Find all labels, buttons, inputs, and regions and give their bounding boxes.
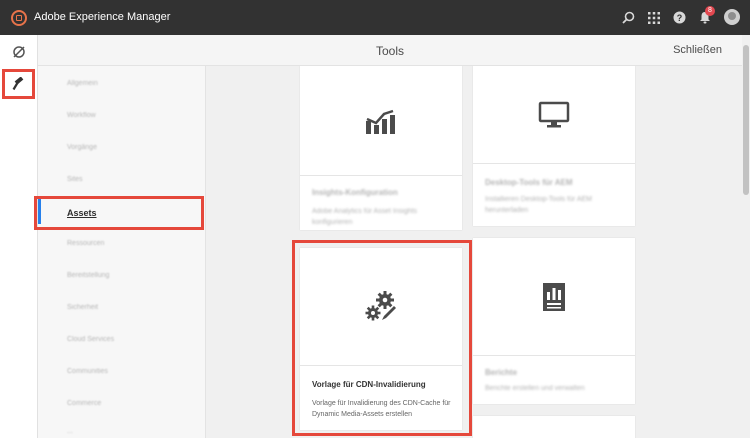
nav-assets-highlight <box>34 196 204 230</box>
user-avatar[interactable] <box>724 9 740 25</box>
close-button[interactable]: Schließen <box>673 44 722 56</box>
nav-item-cloud-services[interactable]: Cloud Services <box>67 336 114 343</box>
card-title: Berichte <box>485 368 518 377</box>
navigation-toggle-icon[interactable] <box>6 39 32 65</box>
page-title: Tools <box>375 44 404 58</box>
scrollbar-thumb[interactable] <box>743 45 749 195</box>
card-description: Adobe Analytics für Asset Insights konfi… <box>312 208 418 226</box>
card-title: Desktop-Tools für AEM <box>485 178 573 187</box>
cdn-card-highlight <box>292 240 472 436</box>
card-description: Installieren Desktop-Tools für AEM herun… <box>485 196 592 214</box>
nav-item-general[interactable]: Allgemein <box>67 80 98 87</box>
tool-card-reports[interactable]: Berichte Berichte erstellen und verwalte… <box>473 238 635 404</box>
search-icon[interactable] <box>621 10 636 25</box>
card-title: Insights-Konfiguration <box>312 188 398 197</box>
rail-tools-highlight <box>2 69 35 99</box>
card-thumbnail <box>300 66 462 176</box>
scrollbar[interactable] <box>742 35 750 438</box>
monitor-icon <box>538 101 570 127</box>
tools-nav: Allgemein Workflow Vorgänge Sites Assets… <box>38 66 206 438</box>
card-thumbnail <box>473 66 635 164</box>
help-icon[interactable]: ? <box>672 10 687 25</box>
tool-card-insights[interactable]: Insights-Konfiguration Adobe Analytics f… <box>300 66 462 230</box>
nav-item-workflow[interactable]: Workflow <box>67 112 96 119</box>
tool-card-partial[interactable] <box>473 416 635 438</box>
nav-item-resources[interactable]: Ressourcen <box>67 240 104 247</box>
card-description: Berichte erstellen und verwalten <box>485 385 585 392</box>
card-thumbnail <box>473 238 635 356</box>
nav-item-operations[interactable]: Vorgänge <box>67 144 97 151</box>
report-icon <box>543 282 565 311</box>
chart-icon <box>366 109 395 134</box>
nav-item-security[interactable]: Sicherheit <box>67 304 98 311</box>
nav-item-sites[interactable]: Sites <box>67 176 83 183</box>
aem-logo-icon[interactable] <box>11 10 27 26</box>
nav-item-commerce[interactable]: Commerce <box>67 400 101 407</box>
apps-grid-icon[interactable] <box>646 10 661 25</box>
top-bar: Adobe Experience Manager ? 8 <box>0 0 750 35</box>
nav-item-more[interactable]: ... <box>67 428 73 435</box>
app-title[interactable]: Adobe Experience Manager <box>34 11 170 23</box>
tool-card-desktop[interactable]: Desktop-Tools für AEM Installieren Deskt… <box>473 66 635 226</box>
notification-badge: 8 <box>705 6 715 16</box>
notification-bell-icon[interactable]: 8 <box>697 6 715 25</box>
nav-item-communities[interactable]: Communities <box>67 368 108 375</box>
page-header: Tools Schließen <box>38 35 742 66</box>
tools-content: Insights-Konfiguration Adobe Analytics f… <box>206 66 742 438</box>
svg-text:?: ? <box>677 13 683 23</box>
nav-item-deployment[interactable]: Bereitstellung <box>67 272 109 279</box>
